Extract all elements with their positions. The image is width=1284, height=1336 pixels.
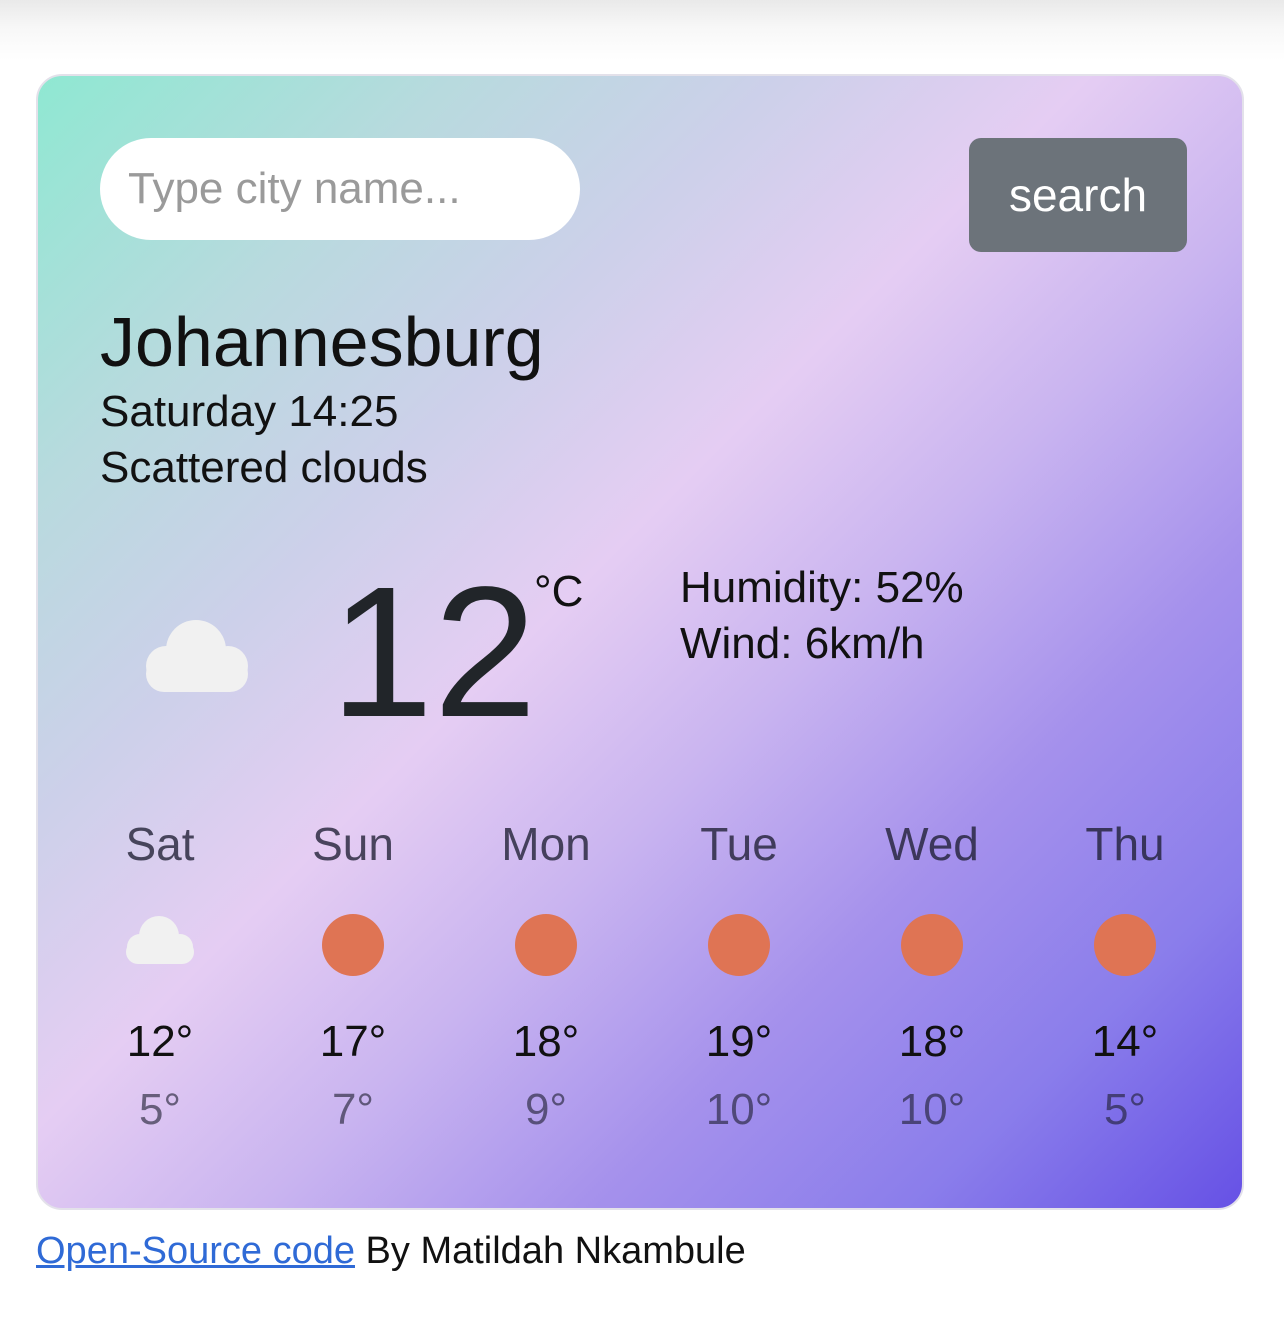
forecast-day-name: Sat xyxy=(125,818,195,870)
sun-icon xyxy=(1094,914,1156,976)
forecast-min-temp: 7° xyxy=(331,1085,375,1134)
forecast-day: Mon 18° 9° xyxy=(466,814,626,1174)
footer: Open-Source code By Matildah Nkambule xyxy=(36,1226,746,1276)
forecast-min-temp: 9° xyxy=(524,1085,568,1134)
forecast-max-temp: 18° xyxy=(512,1017,580,1066)
forecast-min-temp: 5° xyxy=(1103,1085,1147,1134)
sun-icon xyxy=(708,914,770,976)
forecast-day-name: Wed xyxy=(885,818,979,870)
wind-value: Wind: 6km/h xyxy=(680,619,925,668)
forecast-day: Sun 17° 7° xyxy=(273,814,433,1174)
forecast-day: Thu 14° 5° xyxy=(1045,814,1205,1174)
forecast-day: Wed 18° 10° xyxy=(852,814,1012,1174)
author-credit: By Matildah Nkambule xyxy=(354,1230,746,1272)
forecast-max-temp: 12° xyxy=(126,1017,194,1066)
forecast-day-name: Mon xyxy=(501,818,591,870)
current-datetime: Saturday 14:25 xyxy=(100,387,399,436)
temperature-unit[interactable]: °C xyxy=(534,566,583,618)
sun-icon xyxy=(515,914,577,976)
search-button[interactable]: search xyxy=(969,138,1187,252)
humidity-value: Humidity: 52% xyxy=(680,563,964,612)
top-shadow xyxy=(0,0,1284,60)
forecast-day-name: Tue xyxy=(700,818,778,870)
weather-card: search Johannesburg Saturday 14:25 Scatt… xyxy=(36,74,1244,1210)
forecast-day: Sat 12° 5° xyxy=(80,814,240,1174)
forecast-day-name: Sun xyxy=(312,818,394,870)
forecast-day-name: Thu xyxy=(1085,818,1165,870)
forecast-min-temp: 10° xyxy=(898,1085,966,1134)
forecast-day: Tue 19° 10° xyxy=(659,814,819,1174)
city-name: Johannesburg xyxy=(100,303,544,381)
search-input[interactable] xyxy=(100,138,580,240)
sun-icon xyxy=(322,914,384,976)
forecast-min-temp: 10° xyxy=(705,1085,773,1134)
cloud-icon xyxy=(126,916,194,964)
cloud-icon xyxy=(146,620,248,692)
weather-description: Scattered clouds xyxy=(100,443,428,492)
forecast-max-temp: 17° xyxy=(319,1017,387,1066)
forecast-max-temp: 14° xyxy=(1091,1017,1159,1066)
open-source-link[interactable]: Open-Source code xyxy=(36,1230,355,1272)
sun-icon xyxy=(901,914,963,976)
current-temperature: 12 xyxy=(330,549,537,756)
forecast-max-temp: 18° xyxy=(898,1017,966,1066)
forecast-max-temp: 19° xyxy=(705,1017,773,1066)
forecast-min-temp: 5° xyxy=(138,1085,182,1134)
